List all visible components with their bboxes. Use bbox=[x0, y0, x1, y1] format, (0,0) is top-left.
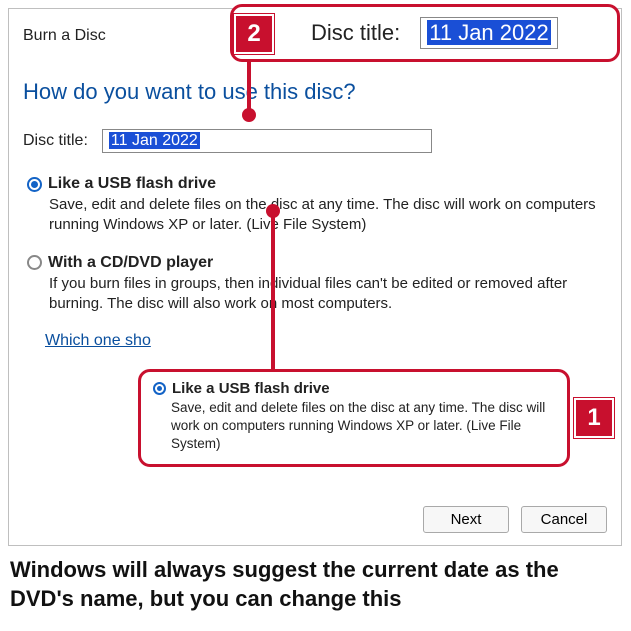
option-cd-label: With a CD/DVD player bbox=[48, 254, 213, 272]
options-group: Like a USB flash drive Save, edit and de… bbox=[9, 153, 621, 350]
option-cd[interactable]: With a CD/DVD player If you burn files i… bbox=[27, 248, 603, 327]
disc-title-value: 11 Jan 2022 bbox=[109, 132, 200, 149]
callout-bottom-desc: Save, edit and delete files on the disc … bbox=[153, 397, 555, 454]
option-usb-label: Like a USB flash drive bbox=[48, 175, 216, 193]
option-usb[interactable]: Like a USB flash drive Save, edit and de… bbox=[27, 169, 603, 248]
marker-1: 1 bbox=[574, 398, 614, 438]
leader-dot-top bbox=[242, 108, 256, 122]
callout-radio-icon bbox=[153, 382, 166, 395]
option-usb-desc: Save, edit and delete files on the disc … bbox=[27, 193, 603, 236]
next-button[interactable]: Next bbox=[423, 506, 509, 533]
radio-usb[interactable] bbox=[27, 177, 42, 192]
cancel-button[interactable]: Cancel bbox=[521, 506, 607, 533]
callout-bottom-label: Like a USB flash drive bbox=[172, 380, 330, 397]
callout-usb-option: Like a USB flash drive Save, edit and de… bbox=[138, 369, 570, 467]
radio-cd[interactable] bbox=[27, 255, 42, 270]
help-link[interactable]: Which one sho bbox=[27, 326, 151, 350]
callout-top-label: Disc title: bbox=[311, 20, 400, 46]
marker-2: 2 bbox=[234, 14, 274, 54]
disc-title-row: Disc title: 11 Jan 2022 bbox=[9, 111, 621, 153]
disc-title-input[interactable]: 11 Jan 2022 bbox=[102, 129, 432, 153]
leader-line-top bbox=[247, 60, 251, 114]
leader-line-bottom bbox=[271, 214, 275, 374]
dialog-buttons: Next Cancel bbox=[423, 506, 607, 533]
callout-top-input: 11 Jan 2022 bbox=[420, 17, 557, 49]
callout-disc-title: Disc title: 11 Jan 2022 bbox=[230, 4, 620, 62]
callout-top-value: 11 Jan 2022 bbox=[427, 20, 550, 45]
disc-title-label: Disc title: bbox=[23, 132, 88, 150]
leader-dot-bottom bbox=[266, 204, 280, 218]
figure-caption: Windows will always suggest the current … bbox=[10, 556, 620, 613]
option-cd-desc: If you burn files in groups, then indivi… bbox=[27, 272, 603, 315]
